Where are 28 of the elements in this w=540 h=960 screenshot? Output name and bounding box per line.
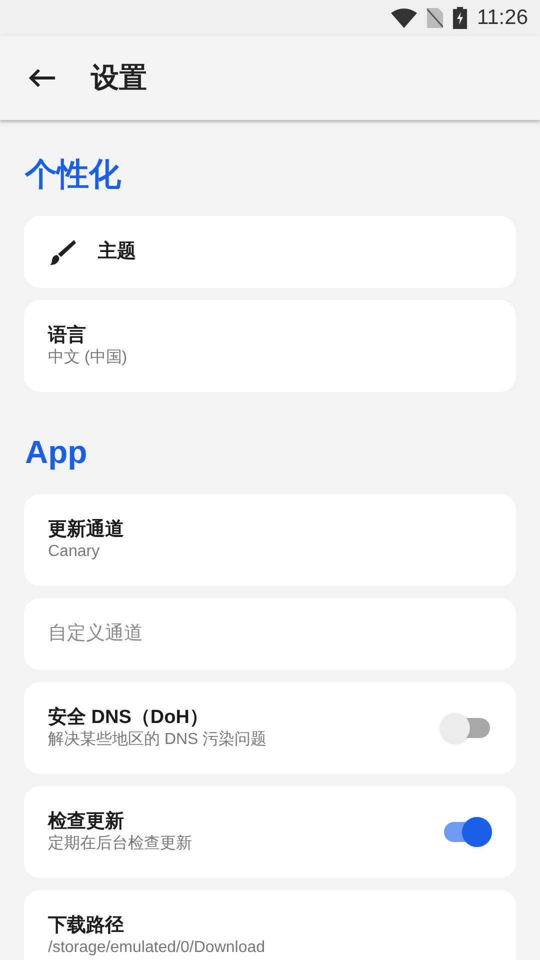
no-sim-icon: [427, 8, 443, 28]
settings-item[interactable]: 安全 DNS（DoH） 解决某些地区的 DNS 污染问题: [24, 682, 516, 774]
battery-charging-icon: [453, 7, 467, 29]
item-title: 主题: [98, 240, 137, 264]
paintbrush-icon: [48, 238, 76, 266]
settings-item[interactable]: 更新通道 Canary: [24, 494, 516, 586]
item-title: 下载路径: [48, 914, 125, 938]
settings-item[interactable]: 主题: [24, 216, 516, 288]
settings-item[interactable]: 下载路径 /storage/emulated/0/Download: [24, 890, 516, 960]
section-heading: App: [24, 433, 88, 472]
item-subtitle: 中文 (中国): [48, 348, 128, 368]
item-title: 自定义通道: [48, 622, 144, 646]
settings-item[interactable]: 检查更新 定期在后台检查更新: [24, 786, 516, 878]
item-subtitle: 解决某些地区的 DNS 污染问题: [48, 730, 268, 750]
screen-title: 设置: [91, 61, 147, 95]
back-arrow-icon: [28, 68, 56, 88]
item-title: 检查更新: [48, 810, 125, 834]
item-title: 安全 DNS（DoH）: [48, 706, 210, 730]
item-subtitle: 定期在后台检查更新: [48, 834, 193, 854]
wifi-icon: [391, 8, 417, 28]
item-title: 更新通道: [48, 518, 125, 542]
settings-item[interactable]: 语言 中文 (中国): [24, 300, 516, 392]
item-subtitle: Canary: [48, 542, 101, 562]
clock-time: 11:26: [477, 5, 528, 32]
item-title: 语言: [48, 324, 87, 348]
item-subtitle: /storage/emulated/0/Download: [48, 938, 266, 958]
toggle-switch[interactable]: [440, 712, 492, 744]
section-heading: 个性化: [24, 155, 122, 194]
